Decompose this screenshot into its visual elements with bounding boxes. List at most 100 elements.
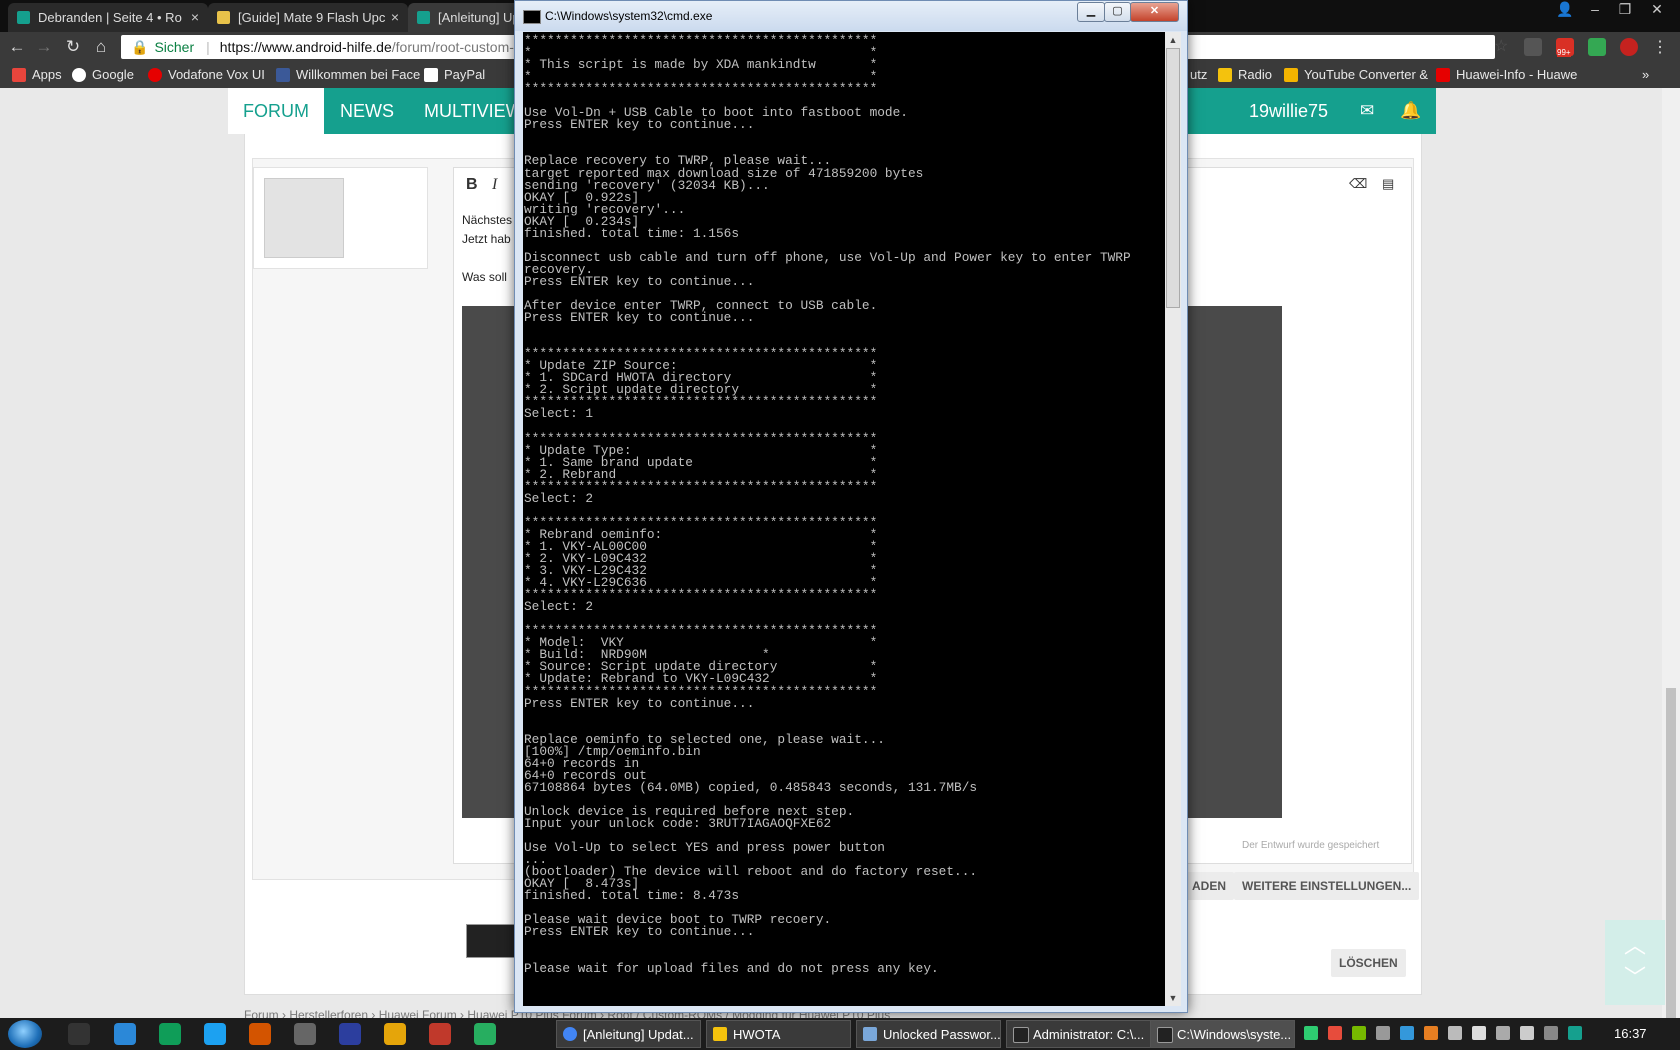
mail-icon[interactable]: ✉ xyxy=(1360,88,1374,134)
editor-text: Nächstes xyxy=(462,213,513,227)
windows-taskbar: [Anleitung] Updat... HWOTA Unlocked Pass… xyxy=(0,1018,1680,1050)
page-scrollbar[interactable] xyxy=(1662,88,1680,1028)
task-admin-cmd[interactable]: Administrator: C:\... xyxy=(1006,1020,1151,1048)
bookmark-radio[interactable]: Radio xyxy=(1218,62,1272,88)
bookmark-apps[interactable]: Apps xyxy=(12,62,62,88)
apps-grid-icon xyxy=(12,68,26,82)
minimize-icon[interactable]: – xyxy=(1580,0,1610,20)
start-button-icon[interactable] xyxy=(8,1020,42,1048)
bell-icon[interactable]: 🔔 xyxy=(1400,88,1421,134)
restore-icon[interactable]: ❐ xyxy=(1610,0,1640,20)
chrome-icon xyxy=(563,1027,577,1041)
document-icon[interactable]: ▤ xyxy=(1382,176,1394,192)
console-icon xyxy=(1013,1027,1029,1043)
scroll-down-arrow-icon[interactable]: ▼ xyxy=(1165,990,1181,1006)
action-center-icon[interactable] xyxy=(1496,1026,1510,1040)
network-icon[interactable] xyxy=(1448,1026,1462,1040)
close-icon[interactable]: × xyxy=(191,3,199,32)
scroll-top-button[interactable]: ︿ ﹀ xyxy=(1605,920,1665,1005)
app-icon[interactable] xyxy=(429,1023,451,1045)
task-cmd[interactable]: C:\Windows\syste... xyxy=(1150,1020,1295,1048)
tab-guide[interactable]: [Guide] Mate 9 Flash Upc × xyxy=(208,3,408,32)
italic-button[interactable]: I xyxy=(492,176,497,194)
username: 19willie75 xyxy=(1248,101,1328,121)
tray-icon[interactable] xyxy=(1328,1026,1342,1040)
task-browser[interactable]: [Anleitung] Updat... xyxy=(556,1020,701,1048)
adblock-icon[interactable] xyxy=(1620,38,1638,56)
tray-icon[interactable] xyxy=(1568,1026,1582,1040)
extension-badge-icon[interactable]: 99+ xyxy=(1556,38,1574,57)
extension-icon[interactable] xyxy=(1524,38,1542,56)
menu-icon[interactable]: ⋮ xyxy=(1652,37,1668,57)
home-icon[interactable]: ⌂ xyxy=(90,37,112,59)
task-unlocked[interactable]: Unlocked Passwor... xyxy=(856,1020,1001,1048)
cmd-scroll-thumb[interactable] xyxy=(1166,48,1180,308)
nav-news[interactable]: NEWS xyxy=(340,88,394,134)
console-text: ****************************************… xyxy=(524,33,1131,976)
bookmark-label: utz xyxy=(1190,67,1208,82)
editor-text: Was soll xyxy=(462,270,507,284)
cmd-title: C:\Windows\system32\cmd.exe xyxy=(545,9,713,23)
bookmark-youtube-converter[interactable]: YouTube Converter & xyxy=(1284,62,1428,88)
tray-icon[interactable] xyxy=(1520,1026,1534,1040)
task-label: HWOTA xyxy=(733,1027,781,1042)
app-icon[interactable] xyxy=(114,1023,136,1045)
tray-icon[interactable] xyxy=(1376,1026,1390,1040)
more-settings-button[interactable]: WEITERE EINSTELLUNGEN... xyxy=(1234,872,1420,900)
tray-icon[interactable] xyxy=(1400,1026,1414,1040)
facebook-icon xyxy=(276,68,290,82)
maximize-button[interactable]: ▢ xyxy=(1104,2,1131,22)
tray-icon[interactable] xyxy=(1352,1026,1366,1040)
back-icon[interactable]: ← xyxy=(6,37,28,59)
forward-icon[interactable]: → xyxy=(33,37,55,59)
cmd-scrollbar[interactable]: ▲ ▼ xyxy=(1165,32,1181,1006)
draft-status: Der Entwurf wurde gespeichert xyxy=(1242,840,1380,851)
bookmark-star-icon[interactable]: ☆ xyxy=(1494,36,1508,56)
app-icon[interactable] xyxy=(204,1023,226,1045)
bookmark-facebook[interactable]: Willkommen bei Face xyxy=(276,62,420,88)
image-icon xyxy=(863,1027,877,1041)
bookmark-vodafone[interactable]: Vodafone Vox UI xyxy=(148,62,265,88)
bookmark-google[interactable]: Google xyxy=(72,62,134,88)
extension-icon[interactable] xyxy=(1588,38,1606,56)
bookmark-huawei-info[interactable]: Huawei-Info - Huawe xyxy=(1436,62,1577,88)
scroll-up-arrow-icon[interactable]: ▲ xyxy=(1165,32,1181,48)
eraser-icon[interactable]: ⌫ xyxy=(1349,176,1367,192)
app-icon[interactable] xyxy=(294,1023,316,1045)
close-button[interactable]: ✕ xyxy=(1130,2,1179,22)
reload-icon[interactable]: ↻ xyxy=(62,37,84,59)
nav-multiview[interactable]: MULTIVIEW xyxy=(424,88,523,134)
minimize-button[interactable]: ▁ xyxy=(1077,2,1105,22)
tray-icon[interactable] xyxy=(1424,1026,1438,1040)
scroll-thumb[interactable] xyxy=(1666,688,1676,1028)
upload-button[interactable]: ADEN xyxy=(1184,872,1235,900)
volume-icon[interactable] xyxy=(1472,1026,1486,1040)
media-icon[interactable] xyxy=(384,1023,406,1045)
profile-icon[interactable]: 👤 xyxy=(1550,0,1580,20)
nav-forum[interactable]: FORUM xyxy=(228,88,324,134)
close-window-icon[interactable]: ✕ xyxy=(1642,0,1672,20)
tray-icon[interactable] xyxy=(1304,1026,1318,1040)
delete-button[interactable]: LÖSCHEN xyxy=(1331,949,1406,977)
console-output[interactable]: ****************************************… xyxy=(523,32,1165,1006)
tab-debranden[interactable]: Debranden | Seite 4 • Ro × xyxy=(8,3,208,32)
app-icon[interactable] xyxy=(474,1023,496,1045)
cmd-window[interactable]: C:\Windows\system32\cmd.exe ▁ ▢ ✕ ******… xyxy=(514,0,1188,1013)
more-bookmarks-icon[interactable]: » xyxy=(1642,62,1649,88)
app-icon[interactable] xyxy=(68,1023,90,1045)
tray-icon[interactable] xyxy=(1544,1026,1558,1040)
task-hwota[interactable]: HWOTA xyxy=(706,1020,851,1048)
avatar xyxy=(264,178,344,258)
app-icon[interactable] xyxy=(249,1023,271,1045)
bookmark-paypal[interactable]: PayPal xyxy=(424,62,485,88)
attachment-thumbnail[interactable] xyxy=(466,924,516,958)
bookmark-label: Vodafone Vox UI xyxy=(168,67,265,82)
bookmark-label: Huawei-Info - Huawe xyxy=(1456,67,1578,82)
google-icon xyxy=(72,68,86,82)
user-menu[interactable]: 19willie75 xyxy=(1249,88,1328,134)
cmd-titlebar[interactable]: C:\Windows\system32\cmd.exe ▁ ▢ ✕ xyxy=(515,1,1187,31)
bold-button[interactable]: B xyxy=(466,176,478,194)
app-icon[interactable] xyxy=(339,1023,361,1045)
drive-icon[interactable] xyxy=(159,1023,181,1045)
close-icon[interactable]: × xyxy=(391,3,399,32)
